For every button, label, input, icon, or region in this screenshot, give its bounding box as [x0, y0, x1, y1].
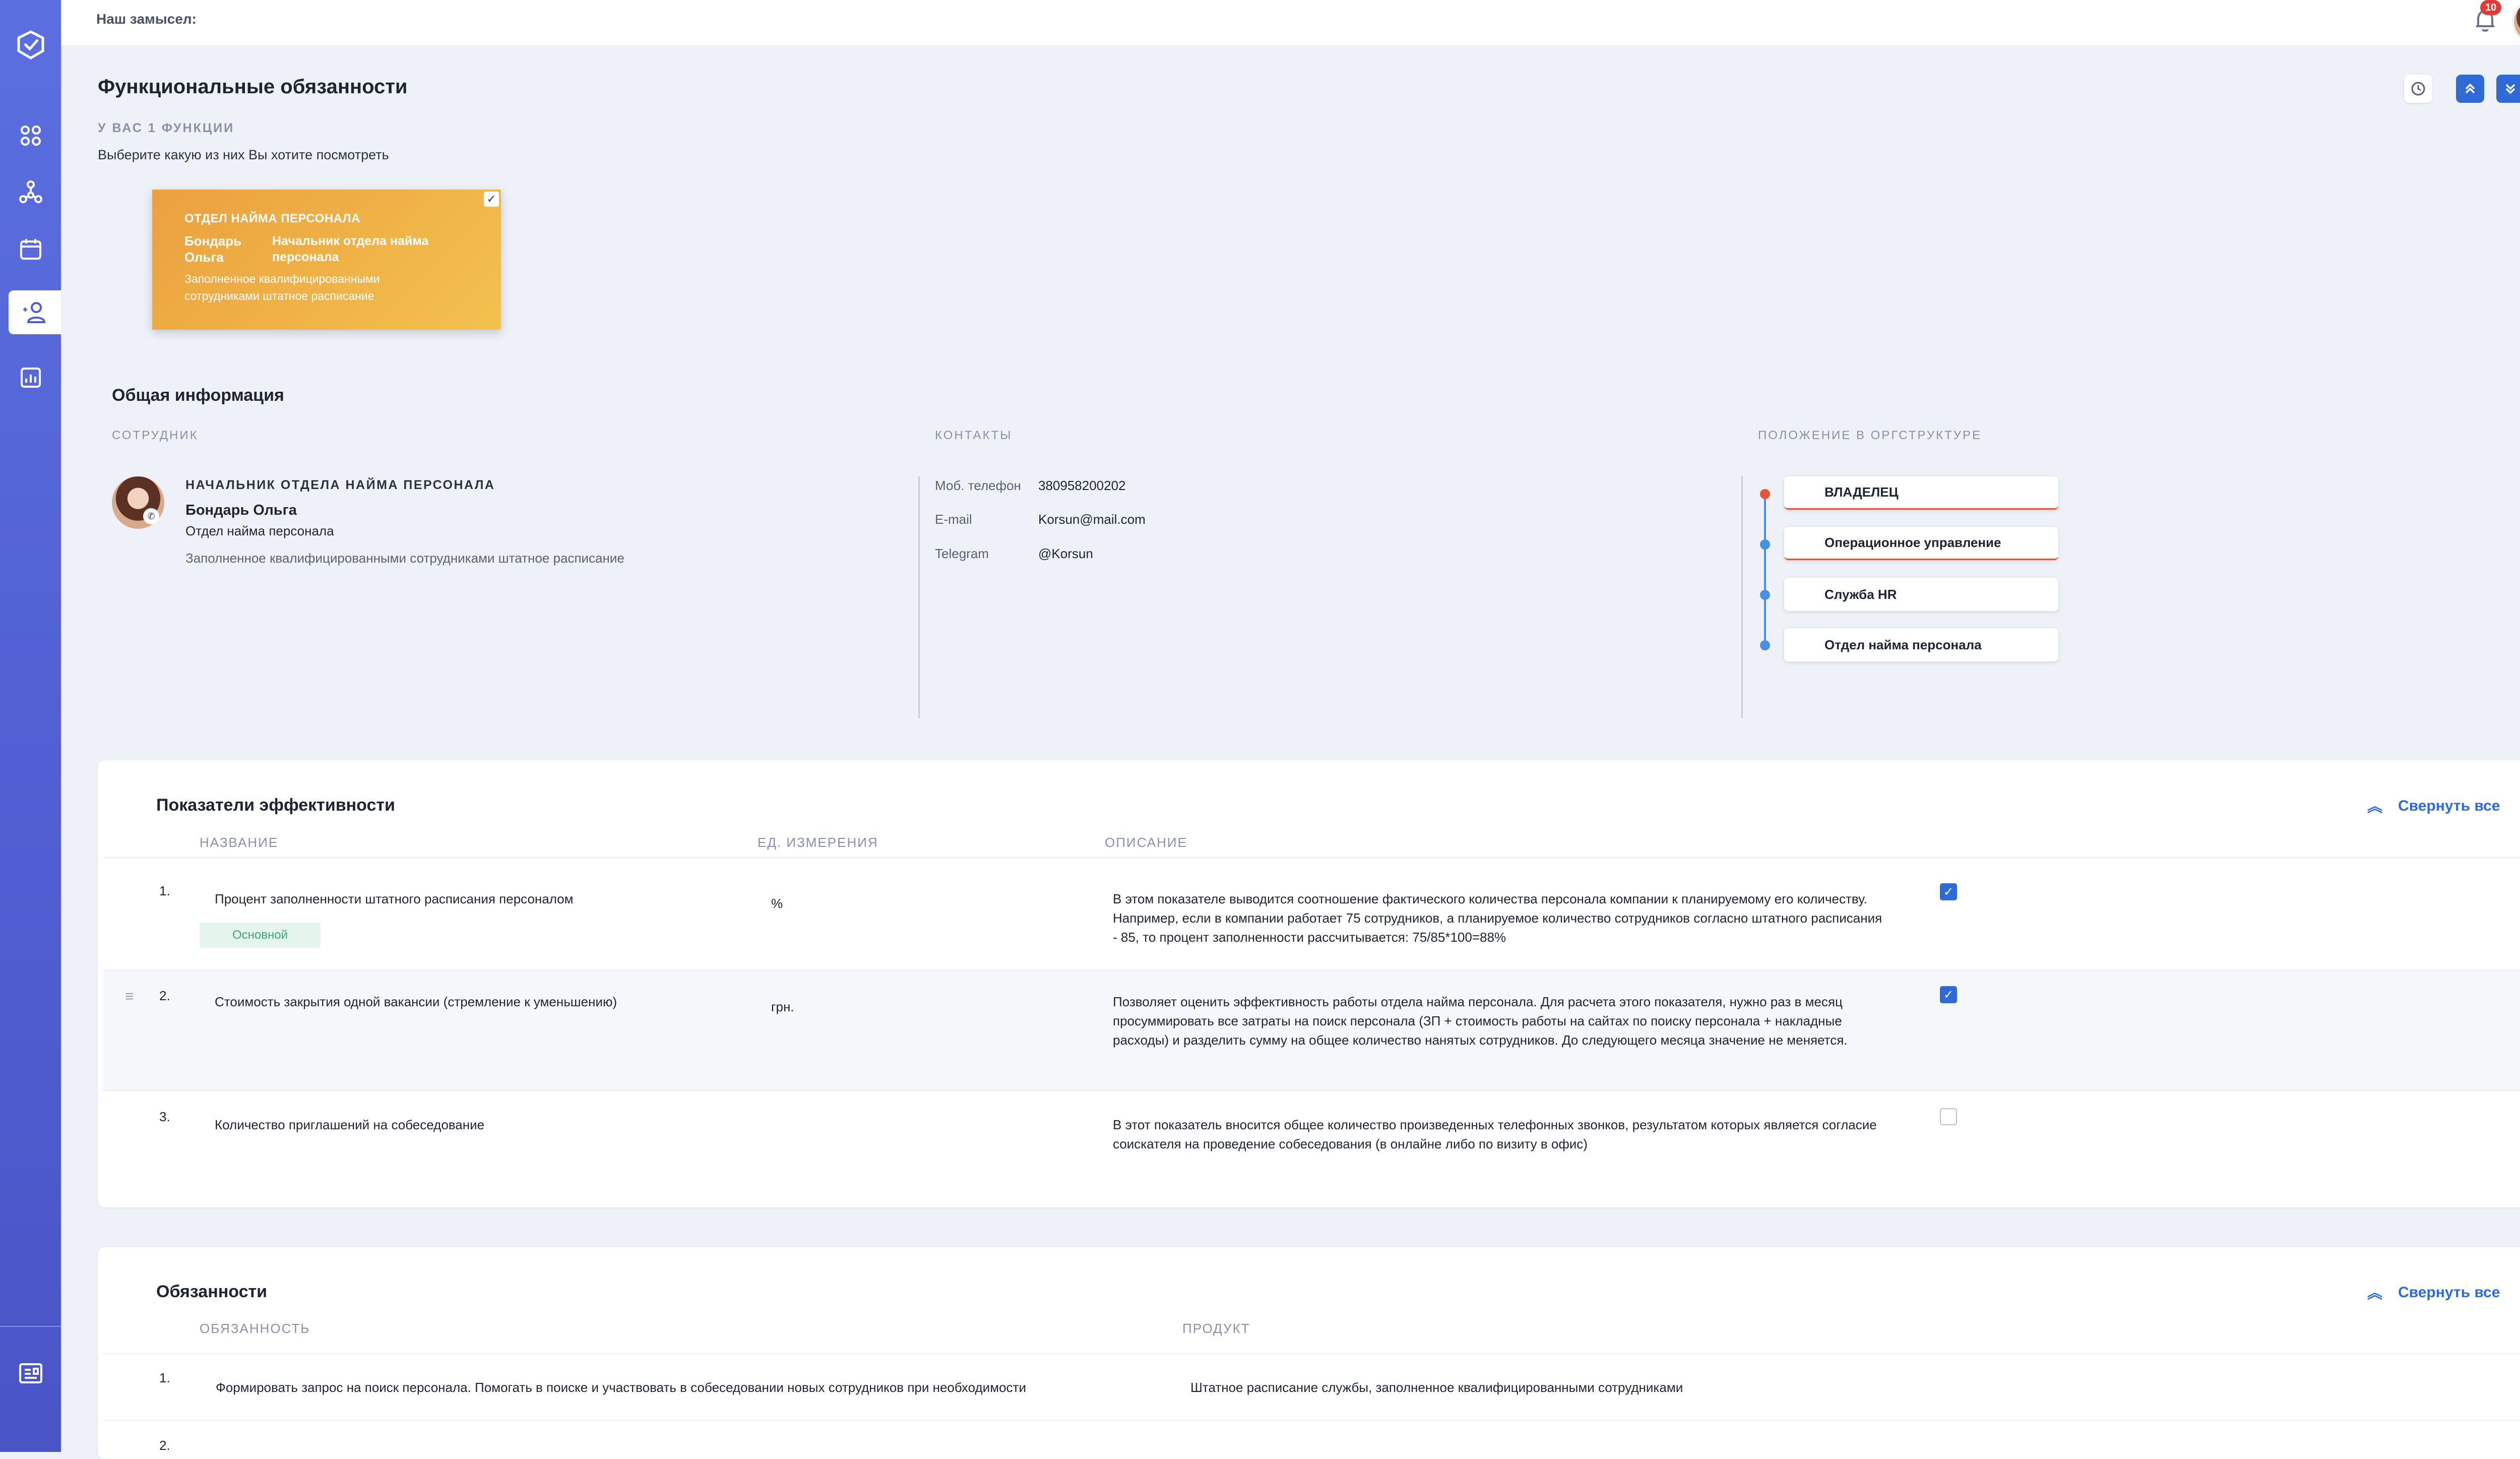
expand-all-button[interactable]	[2496, 75, 2520, 103]
double-chevron-down-icon	[2505, 84, 2515, 94]
org-position-column-header: ПОЛОЖЕНИЕ В ОРГСТРУКТУРЕ	[1758, 429, 1982, 442]
duty-row-product: Штатное расписание службы, заполненное к…	[1190, 1380, 1683, 1395]
history-icon	[2411, 82, 2425, 96]
kpi-row-description: В этом показателе выводится соотношение …	[1113, 891, 1882, 945]
kpi-unit-header: ЕД. ИЗМЕРЕНИЯ	[758, 835, 878, 850]
divider	[1741, 476, 1743, 718]
duty-header: ОБЯЗАННОСТЬ	[200, 1321, 310, 1336]
card-selected-check-icon: ✓	[484, 192, 499, 207]
org-structure-icon[interactable]	[9, 170, 52, 214]
sidebar-divider	[0, 1326, 61, 1327]
sidebar	[0, 0, 61, 1452]
kpi-row-description: В этот показатель вносится общее количес…	[1113, 1117, 1877, 1151]
general-info-title: Общая информация	[112, 386, 284, 405]
function-count-label: У ВАС 1 ФУНКЦИИ	[98, 121, 235, 135]
user-avatar[interactable]	[2513, 1, 2520, 42]
duty-row-number: 1.	[159, 1370, 170, 1385]
product-header: ПРОДУКТ	[1182, 1321, 1250, 1336]
row-divider	[103, 1090, 2520, 1091]
book-icon[interactable]	[9, 1351, 52, 1395]
kpi-row-unit: грн.	[771, 999, 794, 1014]
duty-row-number: 2.	[159, 1438, 170, 1453]
top-bar: Наш замысел: 10	[61, 0, 2520, 46]
kpi-row-name: Процент заполненности штатного расписани…	[215, 891, 574, 906]
email-label: E-mail	[935, 512, 972, 527]
row-divider	[103, 1420, 2520, 1421]
card-employee-name: Бондарь Ольга	[184, 233, 242, 265]
drag-handle-icon[interactable]: ≡	[125, 988, 134, 1005]
org-dot	[1760, 640, 1770, 650]
kpi-collapse-chevron-icon[interactable]: ︽	[2367, 794, 2382, 816]
function-select-hint: Выберите какую из них Вы хотите посмотре…	[98, 147, 389, 162]
kpi-description-header: ОПИСАНИЕ	[1105, 835, 1187, 850]
phone-icon[interactable]: ✆	[143, 508, 159, 524]
org-node-hr-service[interactable]: Служба HR	[1784, 578, 2058, 611]
card-department: ОТДЕЛ НАЙМА ПЕРСОНАЛА	[184, 212, 360, 225]
double-chevron-up-icon	[2465, 83, 2475, 94]
analytics-icon[interactable]	[9, 355, 52, 399]
kpi-row-checkbox[interactable]: ✓	[1940, 986, 1957, 1003]
function-card[interactable]: ✓ ОТДЕЛ НАЙМА ПЕРСОНАЛА Бондарь Ольга На…	[152, 190, 501, 330]
duty-row-text: Формировать запрос на поиск персонала. П…	[216, 1380, 1026, 1395]
history-button[interactable]	[2404, 75, 2432, 103]
kpi-row-number: 3.	[159, 1109, 170, 1124]
idea-label: Наш замысел:	[96, 11, 197, 27]
org-dot	[1760, 539, 1770, 550]
email-value[interactable]: Korsun@mail.com	[1038, 512, 1146, 527]
employee-description: Заполненное квалифицированными сотрудник…	[185, 551, 624, 566]
duties-collapse-chevron-icon[interactable]: ︽	[2367, 1281, 2382, 1303]
telegram-value[interactable]: @Korsun	[1038, 546, 1093, 562]
dashboard-icon[interactable]	[9, 113, 52, 157]
phone-label: Моб. телефон	[935, 478, 1021, 493]
functional-duties-icon[interactable]	[9, 290, 61, 334]
org-node-operations[interactable]: Операционное управление	[1784, 527, 2058, 560]
kpi-row-name: Стоимость закрытия одной вакансии (стрем…	[215, 994, 617, 1009]
org-node-hiring-department[interactable]: Отдел найма персонала	[1784, 628, 2058, 661]
org-dot	[1760, 489, 1770, 499]
notification-count-badge: 10	[2480, 0, 2501, 15]
kpi-row-number: 2.	[159, 988, 170, 1003]
duties-collapse-all-link[interactable]: Свернуть все	[2398, 1284, 2500, 1301]
contacts-column-header: КОНТАКТЫ	[935, 429, 1013, 442]
employee-position: НАЧАЛЬНИК ОТДЕЛА НАЙМА ПЕРСОНАЛА	[185, 478, 495, 492]
kpi-collapse-all-link[interactable]: Свернуть все	[2398, 798, 2500, 815]
kpi-name-header: НАЗВАНИЕ	[200, 835, 279, 850]
phone-value[interactable]: 380958200202	[1038, 478, 1126, 494]
card-description: Заполненное квалифицированными сотрудник…	[184, 272, 380, 302]
kpi-title: Показатели эффективности	[156, 796, 395, 815]
duties-title: Обязанности	[156, 1282, 268, 1301]
kpi-row-number: 1.	[159, 883, 170, 898]
employee-column-header: СОТРУДНИК	[112, 429, 199, 442]
calendar-icon[interactable]	[9, 227, 52, 271]
org-node-owner[interactable]: ВЛАДЕЛЕЦ	[1784, 476, 2058, 510]
collapse-all-button[interactable]	[2456, 75, 2484, 103]
row-divider	[103, 1353, 2520, 1354]
org-dot	[1760, 590, 1770, 600]
card-role: Начальник отдела найма персонала	[272, 234, 429, 264]
org-structure-line	[1764, 494, 1766, 645]
kpi-row-checkbox[interactable]: ✓	[1940, 883, 1957, 900]
main-kpi-tag: Основной	[200, 923, 321, 948]
row-divider	[103, 857, 2520, 858]
telegram-label: Telegram	[935, 546, 989, 561]
employee-department: Отдел найма персонала	[185, 523, 334, 538]
employee-name: Бондарь Ольга	[185, 502, 297, 518]
kpi-row-description: Позволяет оценить эффективность работы о…	[1113, 994, 1848, 1048]
page-title: Функциональные обязанности	[98, 76, 408, 98]
kpi-row-name: Количество приглашений на собеседование	[215, 1117, 485, 1132]
divider	[918, 476, 920, 718]
kpi-row-checkbox[interactable]	[1940, 1108, 1957, 1125]
kpi-row-unit: %	[771, 896, 783, 911]
app-logo-icon[interactable]	[9, 23, 52, 67]
